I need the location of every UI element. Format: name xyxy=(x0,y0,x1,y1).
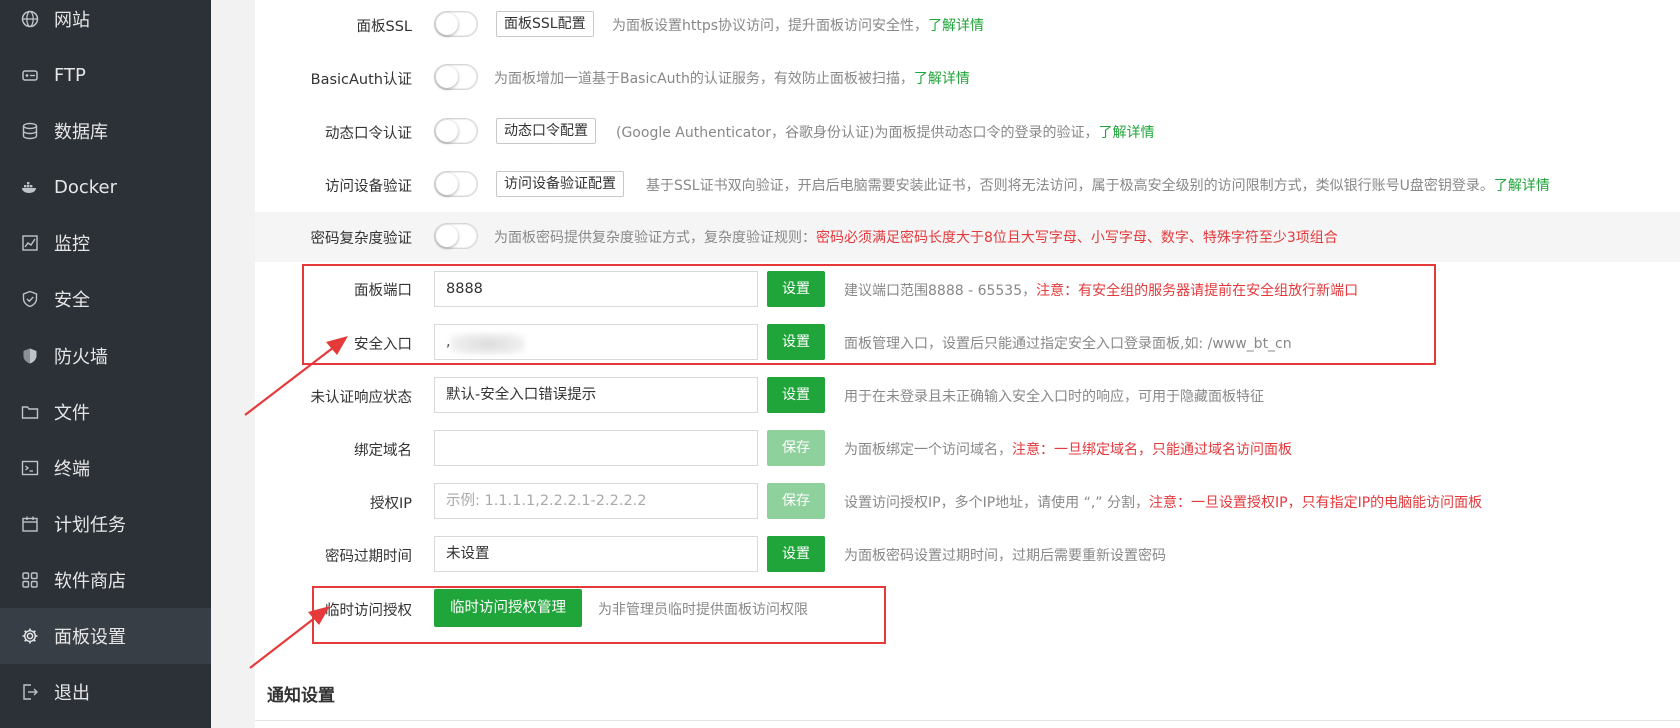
sidebar-item-label: 网站 xyxy=(54,10,90,31)
dynamic-auth-label: 动态口令认证 xyxy=(325,126,412,142)
password-complexity-toggle[interactable] xyxy=(434,223,478,249)
sidebar-item-terminal[interactable]: 终端 xyxy=(0,440,211,496)
basicauth-desc: 为面板增加一道基于BasicAuth的认证服务，有效防止面板被扫描，了解详情 xyxy=(494,71,970,87)
dynamic-auth-desc: (Google Authenticator，谷歌身份认证)为面板提供动态口令的登… xyxy=(616,125,1155,141)
sidebar-item-security[interactable]: 安全 xyxy=(0,271,211,327)
ssl-toggle[interactable] xyxy=(434,11,478,37)
sidebar-item-cron[interactable]: 计划任务 xyxy=(0,496,211,552)
grid-apps-icon xyxy=(21,571,39,589)
firewall-shield-icon xyxy=(21,347,39,365)
toggle-knob xyxy=(436,120,458,142)
device-verify-label: 访问设备验证 xyxy=(325,179,412,195)
password-complexity-desc: 为面板密码提供复杂度验证方式，复杂度验证规则：密码必须满足密码长度大于8位且大写… xyxy=(494,230,1338,246)
notify-section-title: 通知设置 xyxy=(267,686,335,706)
basicauth-learn-more-link[interactable]: 了解详情 xyxy=(914,71,970,87)
ftp-icon xyxy=(21,66,39,84)
device-learn-more-link[interactable]: 了解详情 xyxy=(1494,178,1550,194)
basicauth-toggle[interactable] xyxy=(434,64,478,90)
auth-ip-label: 授权IP xyxy=(369,496,412,512)
sidebar-item-appstore[interactable]: 软件商店 xyxy=(0,552,211,608)
dynamic-auth-toggle[interactable] xyxy=(434,118,478,144)
password-rule-warning: 密码必须满足密码长度大于8位且大写字母、小写字母、数字、特殊字符至少3项组合 xyxy=(816,230,1338,246)
auth-ip-input[interactable]: 示例: 1.1.1.1,2.2.2.1-2.2.2.2 xyxy=(434,483,758,519)
ssl-learn-more-link[interactable]: 了解详情 xyxy=(928,18,984,34)
device-verify-desc: 基于SSL证书双向验证，开启后电脑需要安装此证书，否则将无法访问，属于极高安全级… xyxy=(646,178,1550,194)
highlight-box-port-entry xyxy=(302,264,1436,365)
basicauth-label: BasicAuth认证 xyxy=(310,72,412,88)
toggle-knob xyxy=(436,225,458,247)
sidebar-item-label: 终端 xyxy=(54,459,90,480)
toggle-knob xyxy=(436,13,458,35)
section-divider xyxy=(255,720,1680,721)
sidebar-item-label: 文件 xyxy=(54,403,90,424)
ssl-label: 面板SSL xyxy=(356,19,413,35)
sidebar-item-label: FTP xyxy=(54,64,86,86)
toggle-knob xyxy=(436,66,458,88)
sidebar-item-label: 防火墙 xyxy=(54,347,108,368)
device-verify-config-button[interactable]: 访问设备验证配置 xyxy=(496,171,624,197)
unauth-response-set-button[interactable]: 设置 xyxy=(767,377,825,413)
unauth-response-select[interactable]: 默认-安全入口错误提示 xyxy=(434,377,758,413)
ssl-config-button[interactable]: 面板SSL配置 xyxy=(496,11,594,37)
sidebar-item-label: 退出 xyxy=(54,683,90,704)
sidebar-item-label: 安全 xyxy=(54,290,90,311)
auth-ip-save-button[interactable]: 保存 xyxy=(767,483,825,519)
sidebar-item-label: 数据库 xyxy=(54,122,108,143)
shield-check-icon xyxy=(21,290,39,308)
unauth-response-label: 未认证响应状态 xyxy=(310,390,413,406)
dynamic-learn-more-link[interactable]: 了解详情 xyxy=(1099,125,1155,141)
dynamic-config-button[interactable]: 动态口令配置 xyxy=(496,118,596,144)
sidebar-item-files[interactable]: 文件 xyxy=(0,384,211,440)
content-gutter xyxy=(211,0,255,728)
gear-icon xyxy=(21,627,39,645)
sidebar-item-panel-settings[interactable]: 面板设置 xyxy=(0,608,211,664)
toggle-knob xyxy=(436,173,458,195)
sidebar-item-monitor[interactable]: 监控 xyxy=(0,215,211,271)
sidebar-item-label: 软件商店 xyxy=(54,571,126,592)
highlight-box-temp-auth xyxy=(312,586,886,644)
password-expire-label: 密码过期时间 xyxy=(325,549,412,565)
password-expire-set-button[interactable]: 设置 xyxy=(767,536,825,572)
auth-ip-desc: 设置访问授权IP，多个IP地址，请使用 “,” 分割，注意：一旦设置授权IP，只… xyxy=(844,495,1483,511)
sidebar-item-docker[interactable]: Docker xyxy=(0,159,211,215)
database-icon xyxy=(21,122,39,140)
bind-domain-input[interactable] xyxy=(434,430,758,466)
sidebar: 网站 FTP 数据库 Docker 监控 安全 防火墙 文件 终端 计划任务 软… xyxy=(0,0,211,728)
monitor-icon xyxy=(21,234,39,252)
bind-domain-save-button[interactable]: 保存 xyxy=(767,430,825,466)
password-complexity-label: 密码复杂度验证 xyxy=(310,231,413,247)
logout-icon xyxy=(21,683,39,701)
password-expire-input[interactable]: 未设置 xyxy=(434,536,758,572)
globe-icon xyxy=(21,10,39,28)
device-verify-toggle[interactable] xyxy=(434,171,478,197)
password-expire-desc: 为面板密码设置过期时间，过期后需要重新设置密码 xyxy=(844,548,1166,564)
sidebar-item-logout[interactable]: 退出 xyxy=(0,664,211,720)
sidebar-item-database[interactable]: 数据库 xyxy=(0,103,211,159)
sidebar-item-label: 监控 xyxy=(54,234,90,255)
ssl-desc: 为面板设置https协议访问，提升面板访问安全性，了解详情 xyxy=(612,18,985,34)
sidebar-item-label: 计划任务 xyxy=(54,515,126,536)
unauth-response-desc: 用于在未登录且未正确输入安全入口时的响应，可用于隐藏面板特征 xyxy=(844,389,1264,405)
terminal-icon xyxy=(21,459,39,477)
sidebar-item-label: Docker xyxy=(54,176,118,198)
auth-ip-warning: 注意：一旦设置授权IP，只有指定IP的电脑能访问面板 xyxy=(1149,495,1483,511)
sidebar-item-website[interactable]: 网站 xyxy=(0,0,211,47)
sidebar-item-label: 面板设置 xyxy=(54,627,126,648)
sidebar-item-ftp[interactable]: FTP xyxy=(0,47,211,103)
bind-domain-desc: 为面板绑定一个访问域名，注意：一旦绑定域名，只能通过域名访问面板 xyxy=(844,442,1292,458)
calendar-icon xyxy=(21,515,39,533)
sidebar-item-firewall[interactable]: 防火墙 xyxy=(0,328,211,384)
bind-domain-label: 绑定域名 xyxy=(354,443,412,459)
domain-warning: 注意：一旦绑定域名，只能通过域名访问面板 xyxy=(1012,442,1292,458)
docker-icon xyxy=(21,178,39,196)
folder-icon xyxy=(21,403,39,421)
